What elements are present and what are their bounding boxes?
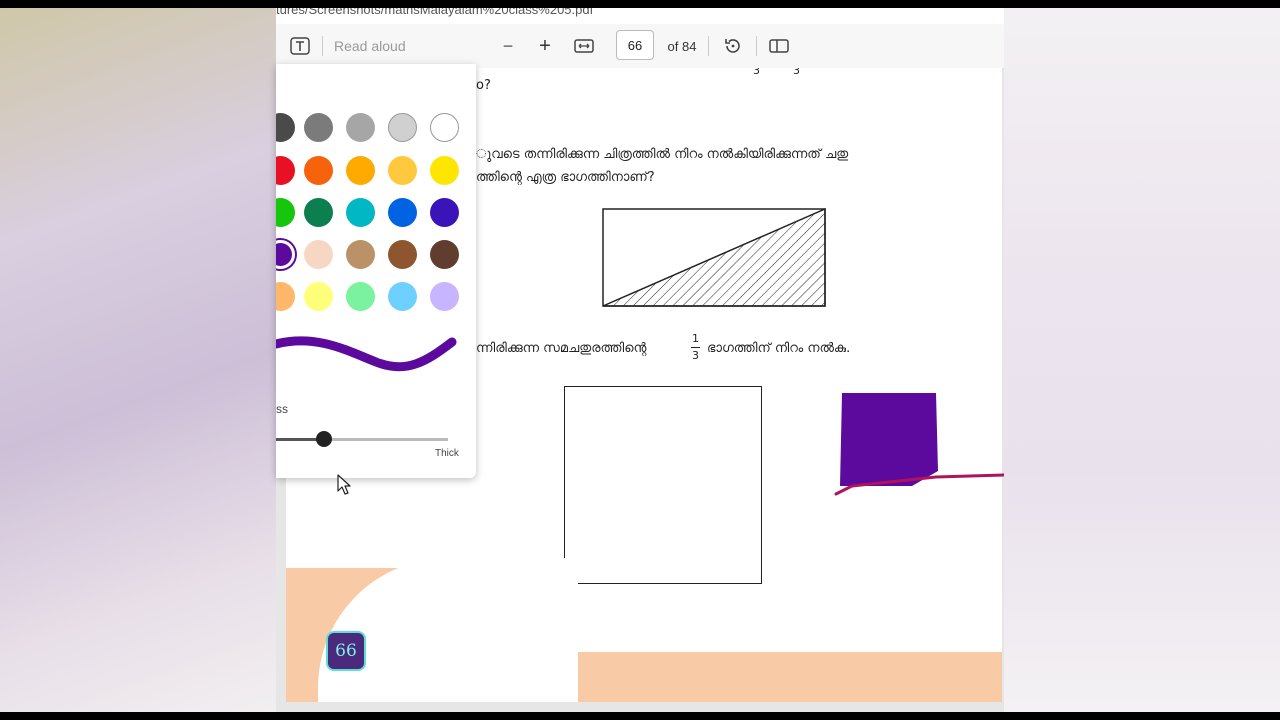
top-letterbox <box>0 0 1280 8</box>
page-number-badge: 66 <box>326 631 366 671</box>
color-swatch[interactable] <box>276 282 295 311</box>
pdf-toolbar: Read aloud − + 66 of 84 <box>276 24 1004 69</box>
read-aloud-button[interactable]: Read aloud <box>334 24 424 68</box>
zoom-in-button[interactable]: + <box>533 24 557 68</box>
text-icon[interactable] <box>288 24 312 68</box>
color-swatch[interactable] <box>388 282 417 311</box>
color-swatch[interactable] <box>430 113 459 142</box>
color-swatch[interactable] <box>346 240 375 269</box>
color-swatch[interactable] <box>304 156 333 185</box>
color-swatch[interactable] <box>304 240 333 269</box>
toolbar-separator <box>756 36 757 56</box>
color-swatch[interactable] <box>346 156 375 185</box>
color-swatch[interactable] <box>430 156 459 185</box>
color-swatch[interactable] <box>430 282 459 311</box>
color-swatch[interactable] <box>430 240 459 269</box>
question-text-line: ുവടെ തന്നിരിക്കുന്ന ചിത്രത്തിൽ നിറം നൽകി… <box>476 147 849 162</box>
color-swatch[interactable] <box>388 113 417 142</box>
color-swatch[interactable] <box>346 282 375 311</box>
thickness-label: ss <box>276 402 288 416</box>
color-swatch[interactable] <box>388 156 417 185</box>
color-swatch[interactable] <box>388 198 417 227</box>
fraction-denominator: 3 <box>753 68 760 77</box>
question-text-line: ന്നിരിക്കുന്ന സമചതുരത്തിന്റെ <box>476 341 647 356</box>
zoom-out-button[interactable]: − <box>496 24 520 68</box>
color-swatch[interactable] <box>430 198 459 227</box>
thickness-slider-thumb[interactable] <box>316 431 333 447</box>
mouse-cursor-icon <box>337 474 351 495</box>
square-figure <box>564 386 762 584</box>
question-text-line: o? <box>476 78 491 93</box>
fit-width-icon[interactable] <box>572 24 596 68</box>
color-swatch[interactable] <box>276 240 295 269</box>
fraction-denominator: 3 <box>692 349 699 362</box>
color-swatch[interactable] <box>388 240 417 269</box>
background-right-blur <box>1004 0 1280 720</box>
ink-color-palette: ss Thick <box>276 64 476 478</box>
hatched-rectangle-figure <box>602 208 826 307</box>
fraction-bar <box>691 347 700 348</box>
color-swatch[interactable] <box>304 198 333 227</box>
question-text-line: ഭാഗത്തിന് നിറം നൽകു. <box>707 341 851 356</box>
color-swatch[interactable] <box>304 113 333 142</box>
address-text: tures/Screenshots/mathsMalayalam%20class… <box>276 8 594 17</box>
thick-label: Thick <box>435 448 459 459</box>
fraction-numerator: 1 <box>692 332 699 345</box>
page-number-input[interactable]: 66 <box>616 30 654 60</box>
color-swatch[interactable] <box>346 113 375 142</box>
page-total: of 84 <box>667 38 697 54</box>
toolbar-separator <box>322 36 323 56</box>
fraction-denominator: 3 <box>793 68 800 77</box>
color-swatch[interactable] <box>346 198 375 227</box>
address-bar[interactable]: tures/Screenshots/mathsMalayalam%20class… <box>276 8 1004 25</box>
bottom-letterbox <box>0 712 1280 720</box>
color-swatch[interactable] <box>304 282 333 311</box>
page-view-icon[interactable] <box>767 24 791 68</box>
background-left-blur <box>0 0 276 720</box>
stroke-preview <box>276 336 457 372</box>
rotate-icon[interactable] <box>721 24 745 68</box>
toolbar-separator <box>708 36 709 56</box>
question-text-line: ത്തിന്റെ എത്ര ഭാഗത്തിനാണ്? <box>476 170 655 185</box>
color-swatch[interactable] <box>276 156 295 185</box>
color-swatch[interactable] <box>276 113 295 142</box>
color-swatch[interactable] <box>276 198 295 227</box>
